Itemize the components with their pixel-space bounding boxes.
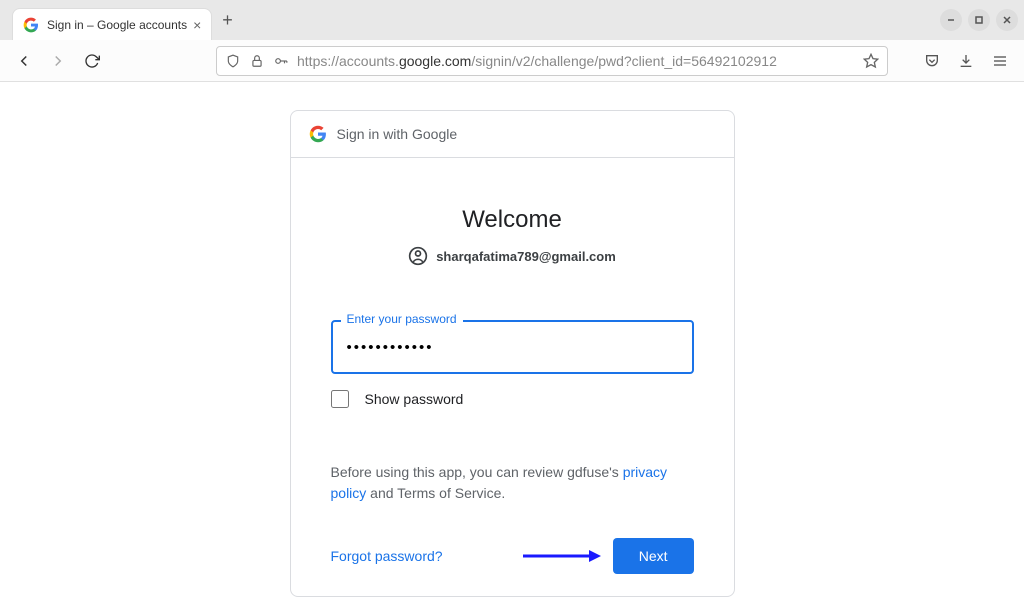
window-controls — [940, 9, 1018, 31]
welcome-heading: Welcome — [331, 206, 694, 234]
toolbar-right — [922, 51, 1010, 71]
card-body: Welcome sharqafatima789@gmail.com Enter … — [291, 158, 734, 574]
back-button[interactable] — [14, 51, 34, 71]
reload-button[interactable] — [82, 51, 102, 71]
card-header-text: Sign in with Google — [337, 126, 458, 142]
browser-tab[interactable]: Sign in – Google accounts × — [12, 8, 212, 40]
account-chip[interactable]: sharqafatima789@gmail.com — [331, 246, 694, 266]
lock-icon[interactable] — [249, 53, 265, 69]
window-titlebar: Sign in – Google accounts × + — [0, 0, 1024, 40]
minimize-button[interactable] — [940, 9, 962, 31]
google-favicon-icon — [23, 17, 39, 33]
signin-card: Sign in with Google Welcome sharqafatima… — [290, 110, 735, 597]
shield-icon[interactable] — [225, 53, 241, 69]
browser-toolbar: https://accounts.google.com/signin/v2/ch… — [0, 40, 1024, 82]
password-input[interactable] — [331, 320, 694, 374]
pocket-icon[interactable] — [922, 51, 942, 71]
avatar-icon — [408, 246, 428, 266]
downloads-icon[interactable] — [956, 51, 976, 71]
menu-icon[interactable] — [990, 51, 1010, 71]
annotation-arrow-icon — [521, 546, 601, 566]
bookmark-star-icon[interactable] — [863, 53, 879, 69]
actions-row: Forgot password? Next — [331, 538, 694, 574]
disclosure-prefix: Before using this app, you can review gd… — [331, 464, 623, 480]
card-header: Sign in with Google — [291, 111, 734, 158]
page-content: Sign in with Google Welcome sharqafatima… — [0, 82, 1024, 597]
password-label: Enter your password — [341, 312, 463, 326]
url-text: https://accounts.google.com/signin/v2/ch… — [297, 53, 855, 69]
url-domain: google.com — [399, 53, 471, 69]
new-tab-button[interactable]: + — [222, 10, 233, 31]
google-logo-icon — [309, 125, 327, 143]
close-tab-icon[interactable]: × — [193, 17, 201, 33]
forgot-password-link[interactable]: Forgot password? — [331, 548, 443, 564]
disclosure-suffix: and Terms of Service. — [366, 485, 505, 501]
address-bar[interactable]: https://accounts.google.com/signin/v2/ch… — [216, 46, 888, 76]
key-icon[interactable] — [273, 53, 289, 69]
url-suffix: /signin/v2/challenge/pwd?client_id=56492… — [471, 53, 777, 69]
tab-title: Sign in – Google accounts — [47, 18, 187, 32]
disclosure-text: Before using this app, you can review gd… — [331, 462, 694, 504]
next-button[interactable]: Next — [613, 538, 694, 574]
forward-button[interactable] — [48, 51, 68, 71]
maximize-button[interactable] — [968, 9, 990, 31]
url-prefix: https://accounts. — [297, 53, 399, 69]
close-window-button[interactable] — [996, 9, 1018, 31]
password-field-wrap: Enter your password — [331, 320, 694, 374]
show-password-checkbox[interactable] — [331, 390, 349, 408]
account-email: sharqafatima789@gmail.com — [436, 249, 616, 264]
show-password-row[interactable]: Show password — [331, 390, 694, 408]
show-password-label: Show password — [365, 391, 464, 407]
